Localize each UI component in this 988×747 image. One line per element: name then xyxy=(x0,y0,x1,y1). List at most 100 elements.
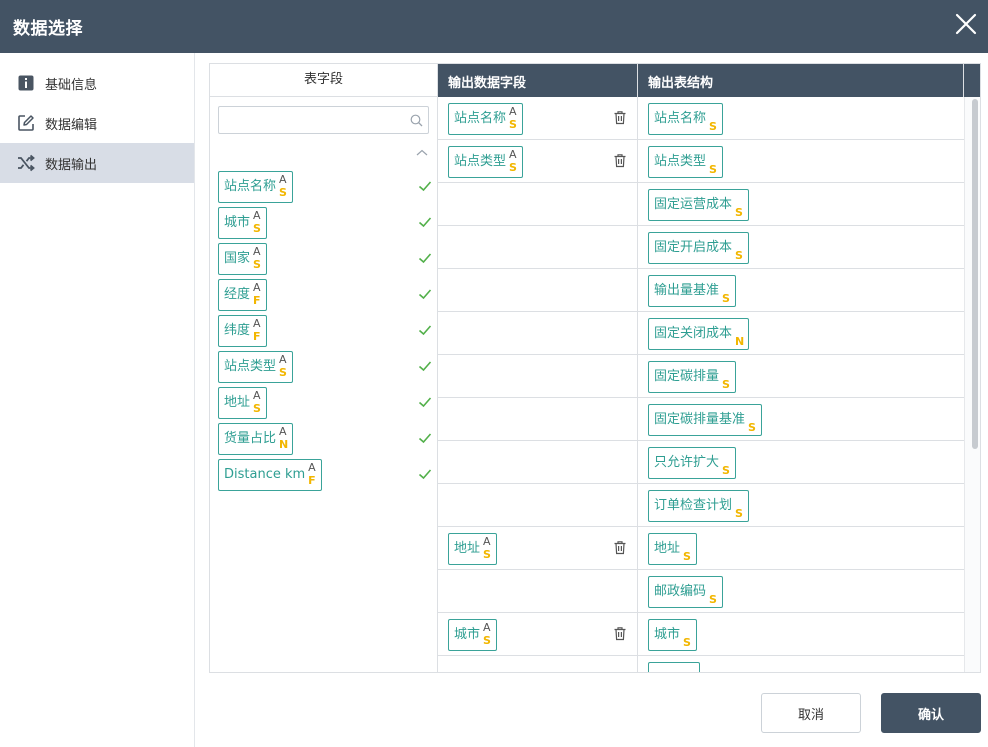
sidebar: 基础信息 数据编辑 数据输出 xyxy=(0,53,195,747)
mapped-field-cell[interactable] xyxy=(438,398,638,440)
output-field-tag[interactable]: 站点类型 S xyxy=(648,146,724,178)
check-icon[interactable] xyxy=(418,359,432,373)
check-icon[interactable] xyxy=(418,467,432,481)
field-tag[interactable]: 货量占比 A N xyxy=(218,423,294,455)
close-icon[interactable] xyxy=(954,12,978,36)
edit-icon xyxy=(16,113,36,133)
field-name: 站点名称 xyxy=(224,179,277,194)
field-tag[interactable]: 地址 A S xyxy=(218,387,268,419)
check-icon[interactable] xyxy=(418,395,432,409)
badge-top: A xyxy=(279,173,287,186)
mapped-field-tag[interactable]: 站点名称 A S xyxy=(448,103,524,135)
cancel-button[interactable]: 取消 xyxy=(761,693,861,733)
field-tag[interactable]: 站点名称 A S xyxy=(218,171,294,203)
mapped-field-cell[interactable]: 站点类型 A S xyxy=(438,140,638,182)
output-field-tag[interactable]: 邮政编码 S xyxy=(648,576,724,608)
check-icon[interactable] xyxy=(418,287,432,301)
field-search-box[interactable] xyxy=(218,106,429,134)
output-field-tag[interactable]: 地址 S xyxy=(648,533,698,565)
output-field-tag[interactable]: 固定开启成本 S xyxy=(648,232,750,264)
field-name: 城市 xyxy=(654,627,681,642)
mapped-field-cell[interactable] xyxy=(438,226,638,268)
mapped-field-cell[interactable]: 城市 A S xyxy=(438,613,638,655)
field-tag[interactable]: 站点类型 A S xyxy=(218,351,294,383)
type-badge: AS xyxy=(509,104,518,131)
mapped-field-cell[interactable] xyxy=(438,312,638,354)
table-row: 站点名称 A S 站点名称 S xyxy=(438,97,964,140)
table-row xyxy=(438,656,964,672)
table-row: 订单检查计划 S xyxy=(438,484,964,527)
table-row: 固定碳排量 S xyxy=(438,355,964,398)
field-name: 固定开启成本 xyxy=(654,240,733,255)
type-badge: S xyxy=(709,104,718,134)
output-field-tag[interactable]: 站点名称 S xyxy=(648,103,724,135)
output-field-tag[interactable]: 固定运营成本 S xyxy=(648,189,750,221)
field-name: 站点类型 xyxy=(654,154,707,169)
mapped-field-cell[interactable] xyxy=(438,355,638,397)
field-name: 固定运营成本 xyxy=(654,197,733,212)
output-field-tag[interactable]: 城市 S xyxy=(648,619,698,651)
badge-top: A xyxy=(253,317,261,330)
mapped-field-cell[interactable]: 站点名称 A S xyxy=(438,97,638,139)
output-field-tag[interactable]: 固定碳排量 S xyxy=(648,361,737,393)
field-tag[interactable]: Distance km A F xyxy=(218,459,323,491)
sidebar-item-basic-info[interactable]: 基础信息 xyxy=(0,63,194,103)
mapped-field-cell[interactable] xyxy=(438,570,638,612)
output-field-tag[interactable]: 固定碳排量基准 S xyxy=(648,404,763,436)
field-tag[interactable]: 城市 A S xyxy=(218,207,268,239)
table-row: 固定关闭成本 N xyxy=(438,312,964,355)
sidebar-item-data-output[interactable]: 数据输出 xyxy=(0,143,194,183)
table-row: 输出量基准 S xyxy=(438,269,964,312)
source-field-list: 站点名称 A S 城市 A S 国家 A S 经度 A F 纬度 A F 站点类型 A S xyxy=(218,171,432,495)
output-structure-header: 输出表结构 xyxy=(648,76,714,91)
output-field-tag[interactable]: 只允许扩大 S xyxy=(648,447,737,479)
type-badge: AN xyxy=(279,424,288,451)
type-badge: AS xyxy=(279,172,288,199)
check-icon[interactable] xyxy=(418,251,432,265)
check-icon[interactable] xyxy=(418,431,432,445)
scrollbar-thumb[interactable] xyxy=(972,99,978,449)
badge-top: A xyxy=(279,425,287,438)
output-structure-cell: 城市 S xyxy=(638,613,964,655)
table-row: 固定运营成本 S xyxy=(438,183,964,226)
field-search-input[interactable] xyxy=(225,108,405,132)
output-field-tag[interactable]: 固定关闭成本 N xyxy=(648,318,750,350)
trash-icon[interactable] xyxy=(613,110,627,125)
check-icon[interactable] xyxy=(418,215,432,229)
mapping-table: 表字段 站点名称 A S 城市 A S 国家 A S 经度 A F 纬度 A F… xyxy=(209,63,981,673)
field-tag[interactable]: 纬度 A F xyxy=(218,315,268,347)
confirm-button[interactable]: 确认 xyxy=(881,693,981,733)
field-tag[interactable]: 国家 A S xyxy=(218,243,268,275)
check-icon[interactable] xyxy=(418,323,432,337)
mapped-field-cell[interactable] xyxy=(438,656,638,672)
trash-icon[interactable] xyxy=(613,153,627,168)
mapped-field-tag[interactable]: 站点类型 A S xyxy=(448,146,524,178)
badge-type: N xyxy=(279,438,289,451)
mapped-field-cell[interactable]: 地址 A S xyxy=(438,527,638,569)
chevron-up-icon[interactable] xyxy=(415,146,429,160)
mapped-field-tag[interactable]: 城市 A S xyxy=(448,619,498,651)
mapped-field-tag[interactable]: 地址 A S xyxy=(448,533,498,565)
search-icon[interactable] xyxy=(410,114,423,127)
badge-type: S xyxy=(722,378,730,391)
list-item: 纬度 A F xyxy=(218,315,432,351)
trash-icon[interactable] xyxy=(613,540,627,555)
mapped-field-cell[interactable] xyxy=(438,183,638,225)
mapped-field-cell[interactable] xyxy=(438,484,638,526)
output-field-tag[interactable] xyxy=(648,662,700,672)
mapped-field-cell[interactable] xyxy=(438,441,638,483)
field-name: 站点类型 xyxy=(454,154,507,169)
check-icon[interactable] xyxy=(418,179,432,193)
output-field-tag[interactable]: 订单检查计划 S xyxy=(648,490,750,522)
trash-icon[interactable] xyxy=(613,626,627,641)
badge-type: S xyxy=(709,163,717,176)
list-item: 城市 A S xyxy=(218,207,432,243)
output-field-tag[interactable]: 输出量基准 S xyxy=(648,275,737,307)
mapped-field-cell[interactable] xyxy=(438,269,638,311)
field-tag[interactable]: 经度 A F xyxy=(218,279,268,311)
source-fields-header: 表字段 xyxy=(210,64,437,97)
sidebar-item-data-edit[interactable]: 数据编辑 xyxy=(0,103,194,143)
list-item: 国家 A S xyxy=(218,243,432,279)
badge-type: S xyxy=(722,292,730,305)
shuffle-icon xyxy=(16,153,36,173)
